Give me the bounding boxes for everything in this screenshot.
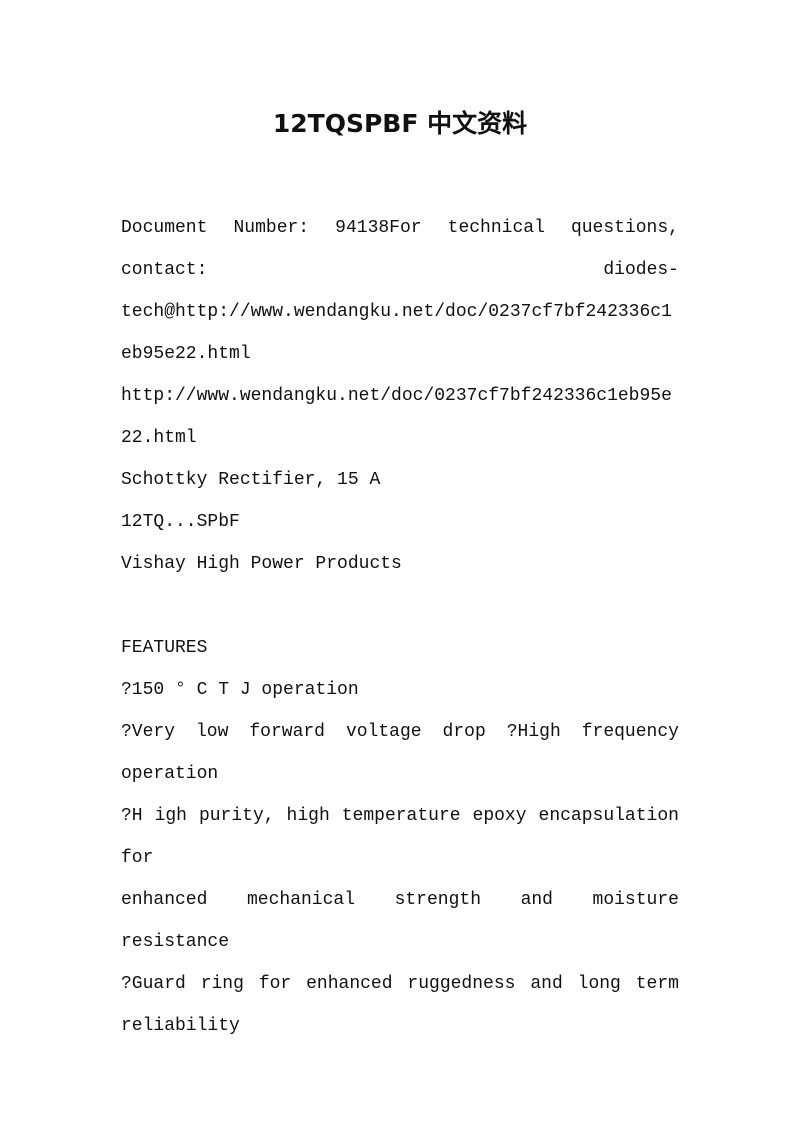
word: 94138For bbox=[335, 218, 422, 238]
manufacturer: Vishay High Power Products bbox=[121, 554, 402, 574]
word: enhanced bbox=[306, 974, 393, 994]
word: and bbox=[520, 890, 553, 910]
word: voltage bbox=[345, 722, 422, 742]
word: moisture bbox=[592, 890, 679, 910]
word: drop bbox=[442, 722, 486, 742]
feature-line-2: ?Very low forward voltage drop ?High fre… bbox=[121, 711, 679, 753]
word: contact: bbox=[121, 260, 208, 280]
feature-line-8: ?Guard ring for enhanced ruggedness and … bbox=[121, 963, 679, 1005]
word: for bbox=[258, 974, 292, 994]
feature-line-1: ?150 ° C T J operation bbox=[121, 680, 359, 700]
word: low bbox=[195, 722, 229, 742]
intro-line-2: contact: diodes- bbox=[121, 249, 679, 291]
word: ?Very bbox=[121, 722, 176, 742]
word: frequency bbox=[581, 722, 679, 742]
feature-line-5: for bbox=[121, 848, 154, 868]
word: ring bbox=[200, 974, 244, 994]
word: mechanical bbox=[246, 890, 356, 910]
document-url-line-cont: 22.html bbox=[121, 428, 197, 448]
page-title: 12TQSPBF 中文资料 bbox=[272, 109, 528, 138]
contact-email-line-cont: eb95e22.html bbox=[121, 344, 251, 364]
word: term bbox=[635, 974, 679, 994]
word: igh bbox=[154, 806, 187, 826]
contact-email-line: tech@http://www.wendangku.net/doc/0237cf… bbox=[121, 302, 672, 322]
feature-line-3: operation bbox=[121, 764, 219, 784]
word: forward bbox=[249, 722, 325, 742]
word: strength bbox=[394, 890, 481, 910]
document-url-line: http://www.wendangku.net/doc/0237cf7bf24… bbox=[121, 386, 672, 406]
product-type: Schottky Rectifier, 15 A bbox=[121, 470, 381, 490]
feature-line-6: enhanced mechanical strength and moistur… bbox=[121, 879, 679, 921]
word: and bbox=[530, 974, 563, 994]
word: enhanced bbox=[121, 890, 208, 910]
feature-line-4: ?H igh purity, high temperature epoxy en… bbox=[121, 795, 679, 837]
word: temperature bbox=[341, 806, 461, 826]
word: Number: bbox=[233, 218, 310, 238]
word: ruggedness bbox=[407, 974, 516, 994]
word: high bbox=[286, 806, 330, 826]
word: encapsulation bbox=[538, 806, 679, 826]
word: technical bbox=[447, 218, 545, 238]
word: diodes- bbox=[603, 260, 679, 280]
product-series: 12TQ...SPbF bbox=[121, 512, 240, 532]
word: questions, bbox=[570, 218, 679, 238]
word: long bbox=[577, 974, 621, 994]
word: ?High bbox=[506, 722, 561, 742]
word: Document bbox=[121, 218, 208, 238]
features-heading: FEATURES bbox=[121, 638, 208, 658]
word: epoxy bbox=[472, 806, 527, 826]
intro-line-1: Document Number: 94138For technical ques… bbox=[121, 207, 679, 249]
word: purity, bbox=[198, 806, 275, 826]
feature-line-7: resistance bbox=[121, 932, 230, 952]
word: ?Guard bbox=[121, 974, 186, 994]
word: ?H bbox=[121, 806, 143, 826]
feature-line-9: reliability bbox=[121, 1016, 240, 1036]
